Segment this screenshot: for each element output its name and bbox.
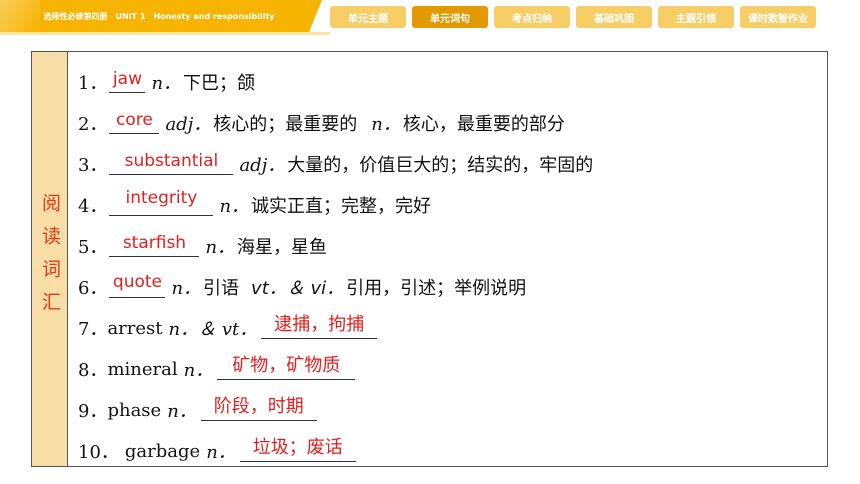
top-bar: 选择性必修第四册 UNIT 1 Honesty and responsibili… bbox=[0, 0, 860, 38]
vocab-word: phase bbox=[107, 399, 162, 421]
answer-text: core bbox=[116, 110, 153, 130]
meaning: 海星，星鱼 bbox=[237, 237, 328, 258]
answer-text: 垃圾；废话 bbox=[252, 437, 343, 458]
answer-blank: jaw bbox=[109, 69, 146, 93]
vocabulary-list: 1． jaw n． 下巴；颌 2． core adj． 核心的；最重要的 n． … bbox=[68, 52, 827, 466]
tab-homework[interactable]: 课时数智作业 bbox=[740, 6, 816, 28]
list-item: 5． starfish n． 海星，星鱼 bbox=[78, 226, 327, 266]
vocab-word: garbage bbox=[124, 440, 201, 462]
answer-blank: substantial bbox=[109, 151, 234, 175]
answer-blank: quote bbox=[109, 272, 166, 298]
item-number: 9． bbox=[78, 401, 108, 422]
list-item: 6． quote n． 引语 vt．＆ vi． 引用，引述；举例说明 bbox=[78, 267, 526, 307]
answer-blank: 矿物，矿物质 bbox=[217, 355, 356, 380]
part-of-speech: n． bbox=[183, 360, 214, 381]
item-number: 2． bbox=[78, 114, 108, 135]
vocabulary-panel: 阅读词汇 1． jaw n． 下巴；颌 2． core adj． 核心的；最重要… bbox=[31, 51, 828, 467]
part-of-speech: n． bbox=[206, 442, 236, 463]
list-item: 8． mineral n． 矿物，矿物质 bbox=[78, 349, 359, 389]
list-item: 9． phase n． 阶段，时期 bbox=[78, 390, 321, 430]
list-item: 4． integrity n． 诚实正直；完整，完好 bbox=[78, 185, 431, 225]
answer-blank: 逮捕，拘捕 bbox=[261, 314, 378, 339]
course-title-tab: 选择性必修第四册 UNIT 1 Honesty and responsibili… bbox=[0, 0, 322, 32]
course-title: 选择性必修第四册 UNIT 1 Honesty and responsibili… bbox=[43, 11, 275, 21]
meaning-2: 引用，引述；举例说明 bbox=[346, 278, 527, 299]
part-of-speech: n．＆ vt． bbox=[168, 319, 258, 340]
item-number: 8． bbox=[78, 360, 108, 381]
part-of-speech: n． bbox=[151, 73, 182, 94]
answer-blank: 阶段，时期 bbox=[200, 396, 317, 421]
tab-unit-vocabulary[interactable]: 单元词句 bbox=[412, 6, 488, 28]
answer-blank: 垃圾；废话 bbox=[239, 437, 356, 462]
item-number: 6． bbox=[78, 278, 108, 299]
list-item: 1． jaw n． 下巴；颌 bbox=[78, 62, 255, 102]
list-item: 10． garbage n． 垃圾；废话 bbox=[78, 431, 360, 471]
meaning: 核心的；最重要的 bbox=[213, 114, 358, 135]
answer-text: substantial bbox=[124, 151, 219, 171]
vocab-word: mineral bbox=[107, 358, 178, 380]
answer-blank: core bbox=[109, 110, 160, 134]
answer-text: integrity bbox=[125, 188, 198, 208]
item-number: 3． bbox=[78, 155, 108, 176]
part-of-speech: n． bbox=[167, 401, 197, 422]
answer-text: 阶段，时期 bbox=[213, 396, 304, 417]
tab-key-points[interactable]: 考点归纳 bbox=[494, 6, 570, 28]
answer-text: quote bbox=[112, 272, 162, 292]
list-item: 2． core adj． 核心的；最重要的 n． 核心，最重要的部分 bbox=[78, 103, 565, 143]
meaning: 诚实正直；完整，完好 bbox=[251, 196, 432, 217]
part-of-speech: n． bbox=[205, 237, 236, 258]
list-item: 7． arrest n．＆ vt． 逮捕，拘捕 bbox=[78, 308, 381, 348]
part-of-speech-2: n． bbox=[371, 114, 401, 135]
answer-text: jaw bbox=[112, 69, 142, 89]
part-of-speech: adj． bbox=[239, 155, 286, 176]
header-divider bbox=[0, 32, 330, 35]
meaning: 大量的，价值巨大的；结实的，牢固的 bbox=[287, 155, 594, 176]
tab-basic-practice[interactable]: 基础巩固 bbox=[576, 6, 652, 28]
tab-unit-theme[interactable]: 单元主题 bbox=[330, 6, 406, 28]
part-of-speech: n． bbox=[171, 278, 202, 299]
tab-theme-guide[interactable]: 主题引领 bbox=[658, 6, 734, 28]
meaning: 引语 bbox=[203, 278, 240, 299]
part-of-speech: adj． bbox=[165, 114, 212, 135]
answer-text: 逮捕，拘捕 bbox=[274, 314, 365, 335]
item-number: 10． bbox=[78, 442, 119, 463]
item-number: 1． bbox=[78, 73, 108, 94]
part-of-speech-2: vt．＆ vi． bbox=[251, 278, 345, 299]
answer-blank: integrity bbox=[109, 190, 214, 216]
answer-text: starfish bbox=[122, 233, 187, 253]
meaning: 下巴；颌 bbox=[183, 73, 256, 94]
section-side-label: 阅读词汇 bbox=[32, 52, 68, 466]
section-nav: 单元主题 单元词句 考点归纳 基础巩固 主题引领 课时数智作业 bbox=[330, 6, 816, 28]
list-item: 3． substantial adj． 大量的，价值巨大的；结实的，牢固的 bbox=[78, 144, 593, 184]
item-number: 4． bbox=[78, 196, 108, 217]
vocab-word: arrest bbox=[107, 317, 163, 339]
meaning-2: 核心，最重要的部分 bbox=[402, 114, 565, 135]
item-number: 7． bbox=[78, 319, 108, 340]
part-of-speech: n． bbox=[219, 196, 250, 217]
item-number: 5． bbox=[78, 237, 108, 258]
section-title: 阅读词汇 bbox=[39, 193, 61, 325]
answer-text: 矿物，矿物质 bbox=[232, 355, 341, 376]
answer-blank: starfish bbox=[109, 233, 200, 257]
